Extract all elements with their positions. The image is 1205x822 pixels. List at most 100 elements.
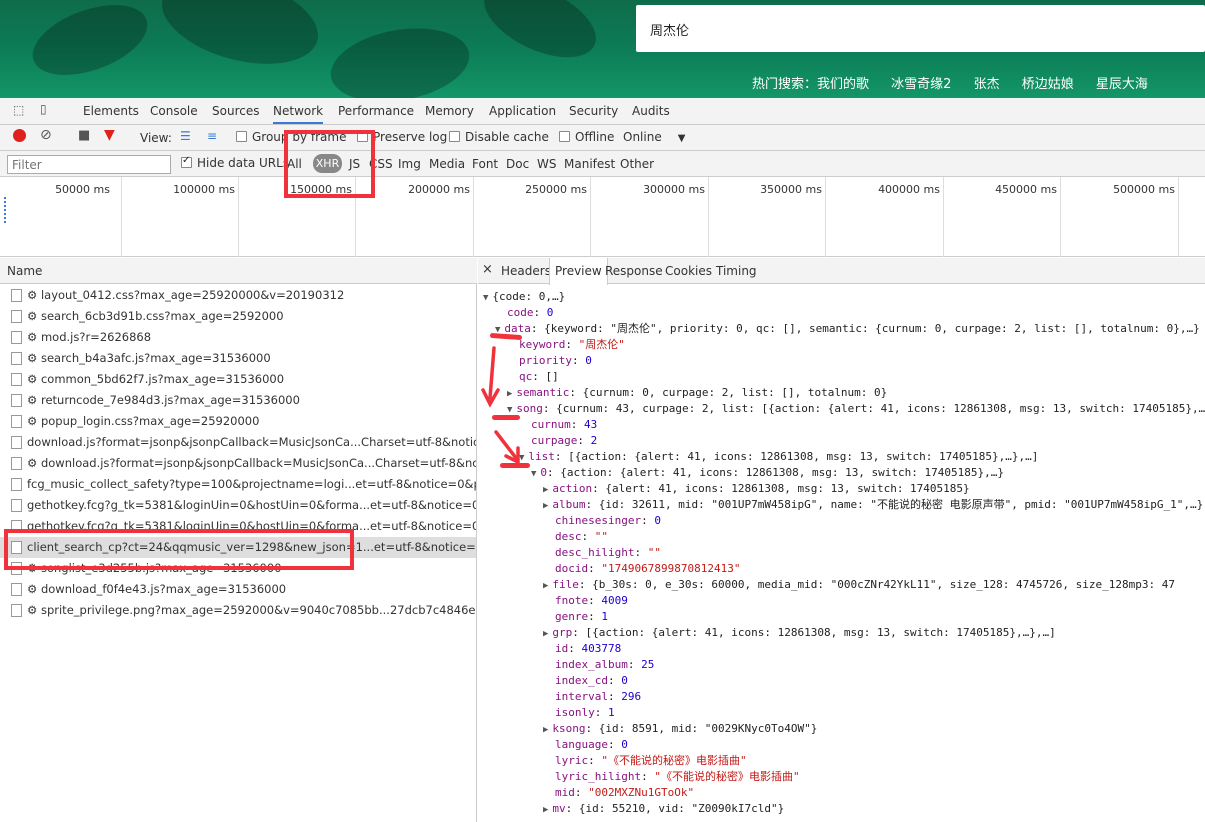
request-row[interactable]: ⚙ returncode_7e984d3.js?max_age=31536000 — [0, 390, 476, 411]
json-line: genre: 1 — [555, 609, 608, 625]
inspect-element-icon[interactable]: ⬚ — [13, 103, 24, 117]
filter-type-doc[interactable]: Doc — [506, 157, 529, 171]
json-line[interactable]: ▶ grp: [{action: {alert: 41, icons: 12861… — [543, 625, 1056, 641]
json-separator: : — [581, 530, 595, 543]
request-row[interactable]: client_search_cp?ct=24&qqmusic_ver=1298&… — [0, 537, 476, 558]
tab-application[interactable]: Application — [489, 104, 556, 118]
request-row[interactable]: ⚙ popup_login.css?max_age=25920000 — [0, 411, 476, 432]
collapsed-arrow-icon[interactable]: ▶ — [543, 501, 548, 511]
tab-cookies[interactable]: Cookies — [665, 264, 712, 278]
hot-term[interactable]: 张杰 — [974, 77, 1000, 92]
tab-timing[interactable]: Timing — [716, 264, 757, 278]
collapsed-arrow-icon[interactable]: ▶ — [543, 725, 548, 735]
tab-network[interactable]: Network — [273, 104, 324, 124]
request-row[interactable]: fcg_music_collect_safety?type=100&projec… — [0, 474, 476, 495]
request-row[interactable]: ⚙ search_6cb3d91b.css?max_age=2592000 — [0, 306, 476, 327]
hot-term[interactable]: 冰雪奇缘2 — [891, 77, 951, 92]
hot-term[interactable]: 我们的歌 — [817, 77, 869, 92]
expanded-arrow-icon[interactable]: ▼ — [531, 469, 536, 479]
json-line[interactable]: ▶ ksong: {id: 8591, mid: "0029KNyc0To4OW"… — [543, 721, 817, 737]
filter-type-css[interactable]: CSS — [369, 157, 393, 171]
tab-memory[interactable]: Memory — [425, 104, 474, 118]
json-line[interactable]: ▶ semantic: {curnum: 0, curpage: 2, list:… — [507, 385, 887, 401]
expanded-arrow-icon[interactable]: ▼ — [483, 293, 488, 303]
filter-input[interactable] — [7, 155, 171, 174]
request-row[interactable]: ⚙ download_f0f4e43.js?max_age=31536000 — [0, 579, 476, 600]
filter-type-other[interactable]: Other — [620, 157, 654, 171]
waterfall-view-icon[interactable]: ≡ — [207, 129, 217, 143]
json-line[interactable]: ▼ 0: {action: {alert: 41, icons: 12861308… — [531, 465, 1004, 481]
json-value: 0 — [585, 354, 592, 367]
request-row[interactable]: gethotkey.fcg?g_tk=5381&loginUin=0&hostU… — [0, 516, 476, 537]
collapsed-arrow-icon[interactable]: ▶ — [543, 581, 548, 591]
list-view-icon[interactable]: ☰ — [180, 129, 191, 143]
filter-type-ws[interactable]: WS — [537, 157, 556, 171]
json-line[interactable]: ▶ action: {alert: 41, icons: 12861308, ms… — [543, 481, 970, 497]
json-key: grp — [552, 626, 573, 639]
json-line[interactable]: ▼ song: {curnum: 43, curpage: 2, list: [{… — [507, 401, 1205, 417]
timeline-gridline: 50000 ms — [0, 177, 122, 257]
tab-security[interactable]: Security — [569, 104, 618, 118]
collapsed-arrow-icon[interactable]: ▶ — [543, 485, 548, 495]
tab-preview[interactable]: Preview — [549, 258, 608, 285]
offline-checkbox[interactable]: Offline — [559, 130, 614, 144]
request-name: download.js?format=jsonp&jsonpCallback=M… — [27, 435, 476, 449]
name-column-header[interactable]: Name — [0, 258, 477, 284]
tab-console[interactable]: Console — [150, 104, 198, 118]
request-row[interactable]: ⚙ mod.js?r=2626868 — [0, 327, 476, 348]
json-line[interactable]: ▼ data: {keyword: "周杰伦", priority: 0, qc:… — [495, 321, 1200, 337]
camera-icon[interactable]: ■ — [78, 128, 90, 143]
request-row[interactable]: gethotkey.fcg?g_tk=5381&loginUin=0&hostU… — [0, 495, 476, 516]
tab-performance[interactable]: Performance — [338, 104, 414, 118]
json-value: 403778 — [581, 642, 622, 655]
tab-sources[interactable]: Sources — [212, 104, 259, 118]
clear-icon[interactable]: ⊘ — [40, 127, 52, 143]
request-row[interactable]: ⚙ search_b4a3afc.js?max_age=31536000 — [0, 348, 476, 369]
filter-type-xhr[interactable]: XHR — [313, 154, 342, 173]
request-row[interactable]: download.js?format=jsonp&jsonpCallback=M… — [0, 432, 476, 453]
filter-type-all[interactable]: All — [287, 157, 302, 171]
close-icon[interactable]: × — [482, 262, 493, 277]
hide-data-urls-checkbox[interactable]: Hide data URLs — [181, 155, 289, 170]
request-name: fcg_music_collect_safety?type=100&projec… — [27, 477, 476, 491]
request-row[interactable]: ⚙ common_5bd62f7.js?max_age=31536000 — [0, 369, 476, 390]
json-value: 1 — [601, 610, 608, 623]
filter-type-img[interactable]: Img — [398, 157, 421, 171]
filter-type-js[interactable]: JS — [349, 157, 360, 171]
disable-cache-checkbox[interactable]: Disable cache — [449, 130, 549, 144]
tab-elements[interactable]: Elements — [83, 104, 139, 118]
request-row[interactable]: ⚙ download.js?format=jsonp&jsonpCallback… — [0, 453, 476, 474]
request-file-icon — [11, 394, 22, 407]
tab-headers[interactable]: Headers — [501, 264, 551, 278]
hot-term[interactable]: 星辰大海 — [1096, 77, 1148, 92]
tab-response[interactable]: Response — [605, 264, 663, 278]
json-key: lyric — [555, 754, 589, 767]
json-line: mid: "002MXZNu1GToOk" — [555, 785, 694, 801]
collapsed-arrow-icon[interactable]: ▶ — [543, 805, 548, 815]
request-row[interactable]: ⚙ songlist_e3d255b.js?max_age=31536000 — [0, 558, 476, 579]
filter-type-media[interactable]: Media — [429, 157, 465, 171]
json-key: chinesesinger — [555, 514, 642, 527]
filter-type-manifest[interactable]: Manifest — [564, 157, 615, 171]
site-search-input[interactable]: 周杰伦 — [636, 5, 1205, 52]
filter-type-font[interactable]: Font — [472, 157, 498, 171]
hot-term[interactable]: 桥边姑娘 — [1022, 77, 1074, 92]
record-icon[interactable] — [13, 129, 26, 142]
tab-audits[interactable]: Audits — [632, 104, 670, 118]
throttle-select[interactable]: Online ▼ — [623, 130, 685, 144]
collapsed-arrow-icon[interactable]: ▶ — [543, 629, 548, 639]
json-line[interactable]: ▼ {code: 0,…} — [483, 289, 565, 305]
device-toolbar-icon[interactable]: ▯ — [40, 102, 47, 116]
request-file-icon — [11, 562, 22, 575]
json-line[interactable]: ▶ album: {id: 32611, mid: "001UP7mW458ipG… — [543, 497, 1203, 513]
request-row[interactable]: ⚙ layout_0412.css?max_age=25920000&v=201… — [0, 285, 476, 306]
filter-icon[interactable]: ▼ — [104, 127, 115, 143]
request-row[interactable]: ⚙ sprite_privilege.png?max_age=2592000&v… — [0, 600, 476, 621]
json-line[interactable]: ▶ file: {b_30s: 0, e_30s: 60000, media_mi… — [543, 577, 1175, 593]
json-line[interactable]: ▼ list: [{action: {alert: 41, icons: 1286… — [519, 449, 1038, 465]
json-line[interactable]: ▶ mv: {id: 55210, vid: "Z0090kI7cld"} — [543, 801, 784, 817]
network-overview-timeline[interactable]: 50000 ms 100000 ms 150000 ms 200000 ms 2… — [0, 177, 1205, 257]
timeline-tick-label: 400000 ms — [878, 183, 940, 196]
group-by-frame-checkbox[interactable]: Group by frame — [236, 130, 346, 144]
preserve-log-checkbox[interactable]: Preserve log — [357, 130, 447, 144]
